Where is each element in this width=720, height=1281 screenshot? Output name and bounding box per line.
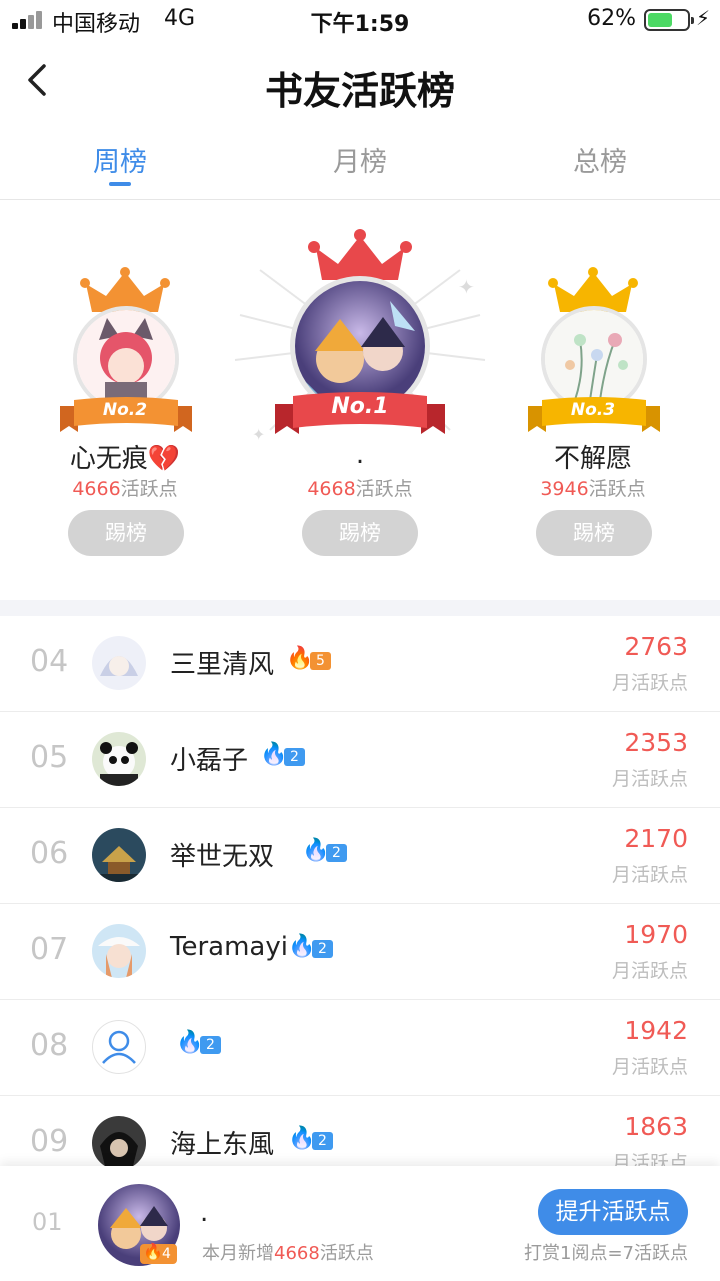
flame-icon: 🔥	[143, 1242, 163, 1261]
podium-second: No.2 心无痕💔 4666活跃点 踢榜	[40, 200, 210, 600]
score-unit: 月活跃点	[611, 672, 688, 694]
avatar[interactable]	[92, 1116, 146, 1170]
rank-number: 06	[30, 836, 69, 871]
ranking-row[interactable]: 05 小磊子 🔥 2 2353 月活跃点	[0, 712, 720, 808]
section-divider	[0, 600, 720, 616]
battery-percent: 62%	[587, 6, 636, 31]
rank-number: 08	[30, 1028, 69, 1063]
user-name: 小磊子	[170, 746, 249, 776]
white-hair-avatar-image	[92, 636, 146, 690]
panda-avatar-image	[92, 732, 146, 786]
score-unit: 月活跃点	[611, 864, 688, 886]
podium-name-second: 心无痕💔	[69, 444, 181, 474]
kick-button-second[interactable]: 踢榜	[68, 510, 184, 556]
level-number: 2	[284, 748, 305, 766]
score-unit: 月活跃点	[611, 1056, 688, 1078]
anime-girl-avatar-image	[92, 924, 146, 978]
tab-monthly[interactable]: 月榜	[240, 140, 480, 179]
avatar[interactable]	[92, 636, 146, 690]
score-value: 1970	[624, 920, 688, 949]
level-number: 2	[326, 844, 347, 862]
svg-text:✦: ✦	[458, 275, 475, 299]
my-rank-bar: 01 🔥 4 . 本月新增4668活跃点 提升活跃点 打赏1阅点=7活跃点	[0, 1166, 720, 1281]
score-unit: 月活跃点	[611, 768, 688, 790]
rank-number: 07	[30, 932, 69, 967]
ranking-row[interactable]: 08 🔥 2 1942 月活跃点	[0, 1000, 720, 1096]
tab-total[interactable]: 总榜	[480, 140, 720, 179]
rank-label-third: No.3	[570, 400, 616, 420]
reward-conversion-note: 打赏1阅点=7活跃点	[524, 1243, 688, 1264]
temple-avatar-image	[92, 828, 146, 882]
my-rank-number: 01	[32, 1208, 63, 1236]
tab-weekly[interactable]: 周榜	[0, 140, 240, 179]
avatar[interactable]	[92, 732, 146, 786]
score-value: 2353	[624, 728, 688, 757]
rank-number: 09	[30, 1124, 69, 1159]
level-number: 5	[310, 652, 331, 670]
dark-hair-avatar-image	[92, 1116, 146, 1170]
score-value: 1863	[624, 1112, 688, 1141]
rank-number: 04	[30, 644, 69, 679]
status-bar: 中国移动 4G 下午1:59 62% ⚡	[0, 0, 720, 40]
battery-icon	[644, 9, 694, 31]
avatar[interactable]	[92, 828, 146, 882]
my-monthly-summary: 本月新增4668活跃点	[202, 1243, 374, 1264]
user-name: Teramayi	[170, 932, 288, 962]
tab-bar: 周榜 月榜 总榜	[0, 126, 720, 200]
user-name: 举世无双	[170, 842, 275, 872]
my-level-number: 4	[162, 1246, 171, 1262]
crown-icon-red	[308, 229, 412, 280]
my-name: .	[200, 1198, 209, 1228]
flowers-avatar-image	[545, 310, 643, 408]
kick-button-first[interactable]: 踢榜	[302, 510, 418, 556]
level-number: 2	[312, 1132, 333, 1150]
level-number: 2	[312, 940, 333, 958]
avatar[interactable]	[92, 924, 146, 978]
ranking-row[interactable]: 07 Teramayi 🔥 2 1970 月活跃点	[0, 904, 720, 1000]
podium-first: ✦ ✦ No.1 . 4668活跃点 踢榜	[230, 200, 490, 600]
my-level-badge: 🔥 4	[140, 1242, 177, 1264]
active-tab-indicator	[109, 182, 131, 186]
boost-activity-button[interactable]: 提升活跃点	[538, 1189, 688, 1235]
ranking-row[interactable]: 04 三里清风 🔥 5 2763 月活跃点	[0, 616, 720, 712]
rank-number: 05	[30, 740, 69, 775]
podium-name-first: .	[355, 440, 365, 470]
rank-label-second: No.2	[102, 400, 148, 420]
podium-score-second: 4666活跃点	[72, 478, 178, 500]
default-user-icon	[102, 1030, 136, 1064]
score-value: 1942	[624, 1016, 688, 1045]
page-title: 书友活跃榜	[264, 68, 455, 113]
top-three-podium: ✦ ✦ No.1 . 4668活跃点 踢榜 No.2 心无痕💔 4666活跃点 …	[0, 200, 720, 600]
podium-third: No.3 不解愿 3946活跃点 踢榜	[508, 200, 678, 600]
charging-icon: ⚡	[695, 6, 710, 30]
user-name: 海上东風	[170, 1130, 275, 1160]
user-name: 三里清风	[170, 650, 275, 680]
rank-label-first: No.1	[331, 394, 389, 419]
score-unit: 月活跃点	[611, 960, 688, 982]
podium-name-third: 不解愿	[553, 444, 632, 474]
podium-score-third: 3946活跃点	[540, 478, 646, 500]
nav-bar: 书友活跃榜	[0, 40, 720, 124]
podium-score-first: 4668活跃点	[307, 478, 413, 500]
ranking-row[interactable]: 06 举世无双 🔥 2 2170 月活跃点	[0, 808, 720, 904]
kick-button-third[interactable]: 踢榜	[536, 510, 652, 556]
score-value: 2170	[624, 824, 688, 853]
cat-girl-avatar-image	[77, 310, 175, 408]
score-value: 2763	[624, 632, 688, 661]
avatar[interactable]	[92, 1020, 146, 1074]
level-number: 2	[200, 1036, 221, 1054]
